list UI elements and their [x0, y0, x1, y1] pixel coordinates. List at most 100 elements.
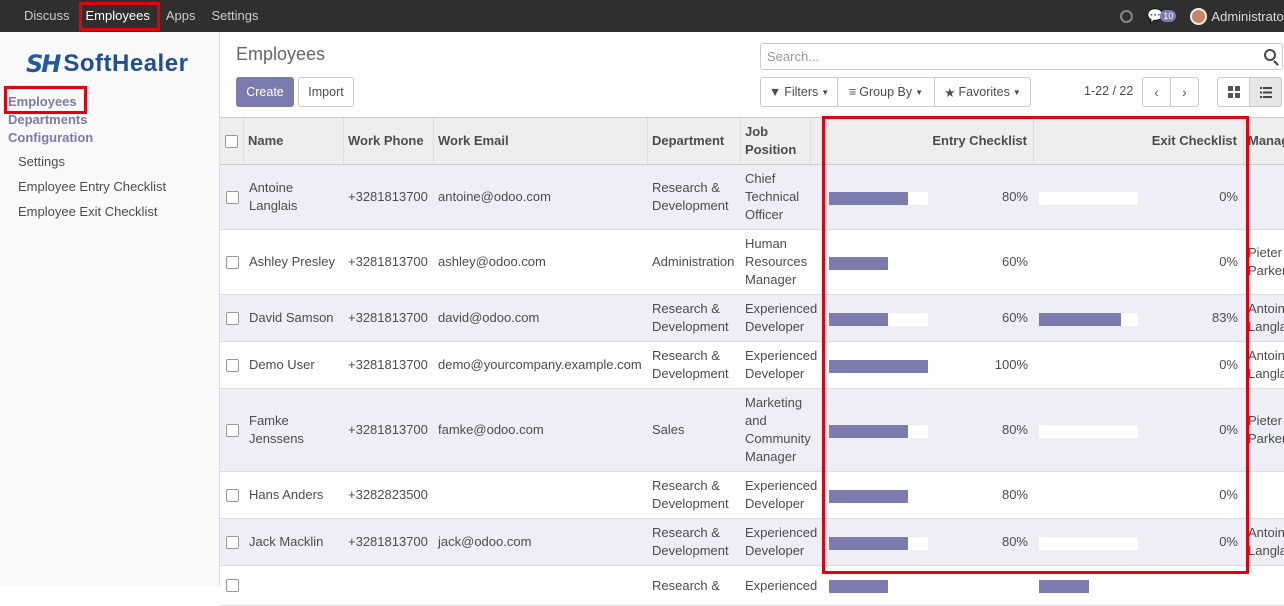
select-all-checkbox[interactable] — [225, 134, 238, 148]
search-icon[interactable] — [1264, 49, 1276, 61]
department-line: Development — [652, 198, 729, 213]
job-position-line: Resources — [745, 254, 808, 269]
work-phone-line: +3281813700 — [348, 422, 428, 437]
work-email: ashley@odoo.com — [433, 230, 647, 294]
manager-line: Langlais — [1248, 543, 1284, 558]
softhealer-logo: SH SoftHealer — [26, 50, 188, 78]
work-email — [433, 472, 647, 518]
job-position: Marketing and Community Manager — [740, 389, 824, 471]
filters-label: Filters — [784, 85, 819, 99]
department-line: Development — [652, 366, 729, 381]
job-position: Human Resources Manager — [740, 230, 824, 294]
create-button[interactable]: Create — [236, 77, 294, 107]
job-position-line: Experienced — [745, 348, 818, 363]
sidebar-item-settings[interactable]: Settings — [18, 154, 65, 169]
work-phone: +3281813700 — [343, 230, 433, 294]
manager-line: Parker — [1248, 431, 1284, 446]
work-phone: +3281813700 — [343, 165, 433, 229]
job-position-line: Experienced — [745, 525, 818, 540]
department-line: Development — [652, 543, 729, 558]
row-select-cell — [220, 165, 244, 229]
entry-checklist-bar — [829, 580, 928, 593]
employee-name-line: Demo User — [249, 357, 315, 372]
job-position-line: Manager — [745, 449, 797, 464]
header-job-position[interactable]: Job Position — [741, 118, 811, 164]
menu-discuss[interactable]: Discuss — [16, 0, 78, 32]
department-line: Sales — [652, 422, 685, 437]
job-position-line: and — [745, 413, 767, 428]
pager-next-button[interactable]: › — [1170, 77, 1199, 107]
chevron-right-icon: › — [1182, 84, 1187, 100]
job-position-line: Marketing — [745, 395, 803, 410]
page-title: Employees — [236, 44, 326, 64]
employee-name-line: Langlais — [249, 198, 298, 213]
manager-line: Antoine — [1248, 348, 1284, 363]
sidebar-item-configuration[interactable]: Configuration — [8, 130, 93, 145]
header-department[interactable]: Department — [648, 118, 741, 164]
employee-name-line: Hans Anders — [249, 487, 324, 502]
sidebar-item-departments[interactable]: Departments — [8, 112, 87, 127]
manager-line: Langlais — [1248, 366, 1284, 381]
import-button[interactable]: Import — [298, 77, 354, 107]
header-manager[interactable]: Manager — [1244, 118, 1284, 164]
work-email-line: famke@odoo.com — [438, 422, 544, 437]
employee-name: Famke Jenssens — [244, 389, 344, 471]
row-checkbox[interactable] — [225, 535, 239, 549]
work-phone: +3281813700 — [343, 295, 433, 341]
department-line: Administration — [652, 254, 735, 269]
search-input[interactable]: Search... — [760, 43, 1283, 70]
header-work-email[interactable]: Work Email — [434, 118, 648, 164]
kanban-grid-icon — [1227, 86, 1240, 98]
header-name[interactable]: Name — [244, 118, 344, 164]
list-view-button[interactable] — [1249, 77, 1282, 107]
kanban-view-button[interactable] — [1217, 77, 1250, 107]
pager-previous-button[interactable]: ‹ — [1142, 77, 1171, 107]
job-position: Chief Technical Officer — [740, 165, 824, 229]
menu-apps[interactable]: Apps — [158, 0, 204, 32]
filters-dropdown[interactable]: ▼ Filters ▼ — [760, 77, 838, 107]
row-select-cell — [220, 519, 244, 565]
chevron-left-icon: ‹ — [1154, 84, 1159, 100]
row-checkbox[interactable] — [225, 311, 239, 325]
bars-icon: ≡ — [848, 85, 857, 99]
pager-value[interactable]: 1-22 / 22 — [1084, 84, 1133, 98]
work-email: demo@yourcompany.example.com — [433, 342, 647, 388]
row-checkbox[interactable] — [225, 190, 239, 204]
job-position-line: Human — [745, 236, 787, 251]
row-checkbox[interactable] — [225, 358, 239, 372]
employee-name: David Samson — [244, 295, 344, 341]
job-position-line: Manager — [745, 272, 797, 287]
row-checkbox[interactable] — [225, 423, 239, 437]
work-phone-line: +3281813700 — [348, 189, 428, 204]
header-work-phone[interactable]: Work Phone — [344, 118, 434, 164]
manager-line: Langlais — [1248, 319, 1284, 334]
row-checkbox[interactable] — [225, 488, 239, 502]
manager: Antoine Langlais — [1243, 295, 1284, 341]
user-menu[interactable]: Administrator — [1190, 7, 1284, 25]
sidebar-item-exit-checklist[interactable]: Employee Exit Checklist — [18, 204, 157, 219]
department: Research & Development — [647, 165, 740, 229]
caret-down-icon: ▼ — [1012, 87, 1021, 97]
work-email-line: david@odoo.com — [438, 310, 540, 325]
entry-checklist-fill — [829, 580, 889, 593]
work-phone-line: +3281813700 — [348, 357, 428, 372]
row-checkbox[interactable] — [225, 255, 239, 269]
employee-name: Jack Macklin — [244, 519, 344, 565]
menu-settings[interactable]: Settings — [203, 0, 266, 32]
employee-name-line: Jack Macklin — [249, 534, 324, 549]
groupby-dropdown[interactable]: ≡ Group By ▼ — [837, 77, 935, 107]
employee-name: Ashley Presley — [244, 230, 344, 294]
messaging-menu[interactable]: 💬 10 — [1147, 8, 1177, 24]
highlight-employees-menu — [79, 2, 160, 31]
row-select-cell — [220, 472, 244, 518]
manager-line: Antoine — [1248, 525, 1284, 540]
job-position-line: Developer — [745, 543, 805, 558]
highlight-employees-sidebar — [4, 86, 87, 114]
search-placeholder: Search... — [767, 49, 820, 64]
sidebar-item-entry-checklist[interactable]: Employee Entry Checklist — [18, 179, 166, 194]
work-email: david@odoo.com — [433, 295, 647, 341]
highlight-checklist-columns — [822, 116, 1249, 574]
activity-clock-icon[interactable] — [1120, 9, 1134, 23]
favorites-dropdown[interactable]: ★ Favorites ▼ — [934, 77, 1031, 107]
work-phone-line: +3282823500 — [348, 487, 428, 502]
